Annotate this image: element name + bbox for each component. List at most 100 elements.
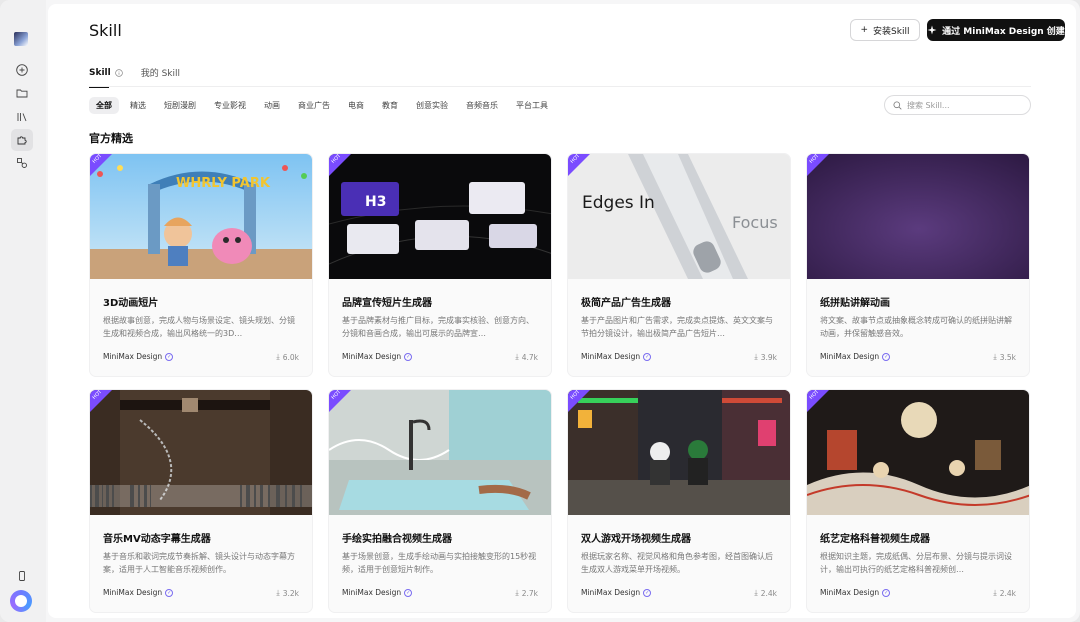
- sidebar: [0, 0, 46, 622]
- skill-card[interactable]: HOT 纸拼贴讲解动画 将文案、故事节点或抽象概念转成可确认的纸拼贴讲解动画，并…: [806, 153, 1030, 377]
- download-count-value: 4.7k: [521, 352, 538, 362]
- svg-text:Focus: Focus: [732, 213, 778, 232]
- category-creative[interactable]: 创意实验: [409, 97, 455, 114]
- create-with-minimax-button[interactable]: 通过 MiniMax Design 创建: [927, 19, 1065, 41]
- skill-card[interactable]: HOT 纸艺定格科普视频生成器 根据知识主题，完成纸偶、分层布景、分镜与提示词设…: [806, 389, 1030, 613]
- skill-card[interactable]: HOT 双人游戏开场视频生成器 根据玩家名称、视觉风格和角色参考图，经首图确认后…: [567, 389, 791, 613]
- download-count-value: 2.4k: [760, 588, 777, 598]
- phone-icon: [19, 571, 25, 581]
- folder-icon: [16, 89, 28, 98]
- hot-badge-label: HOT: [91, 154, 104, 165]
- verified-icon: ✓: [643, 352, 652, 361]
- card-author: MiniMax Design ✓: [581, 352, 652, 361]
- category-short-drama[interactable]: 短剧漫剧: [157, 97, 203, 114]
- tab-my-skill-label: 我的 Skill: [140, 69, 181, 79]
- download-count-value: 3.9k: [760, 352, 777, 362]
- skill-card[interactable]: HOT 音乐MV动态字幕生成器 基于音乐和歌词完成节奏拆解、镜头设计与动态字幕方…: [89, 389, 313, 613]
- category-film[interactable]: 专业影视: [207, 97, 253, 114]
- install-skill-button[interactable]: + 安装Skill: [850, 19, 920, 41]
- hot-badge-label: HOT: [330, 390, 343, 401]
- tab-skill[interactable]: Skill: [89, 66, 123, 88]
- tab-skill-label: Skill: [89, 67, 111, 78]
- skill-card[interactable]: Edges In Focus HOT 极简产品广告生成器 基于产品图片和广告需求…: [567, 153, 791, 377]
- hot-badge: HOT: [329, 390, 351, 412]
- author-name: MiniMax Design: [103, 352, 163, 361]
- category-education[interactable]: 教育: [375, 97, 405, 114]
- skill-grid: WHRLY PARK HOT 3D动画短片 根据故事创意，完成人物与场景设定、镜…: [89, 153, 1030, 613]
- download-count: ⤓ 2.7k: [515, 588, 538, 598]
- folder-button[interactable]: [11, 82, 33, 104]
- skill-button[interactable]: [11, 129, 33, 151]
- phone-button[interactable]: [11, 565, 33, 587]
- category-filter: 全部 精选 短剧漫剧 专业影视 动画 商业广告 电商 教育 创意实验 音频音乐 …: [89, 97, 555, 114]
- card-author: MiniMax Design ✓: [342, 352, 413, 361]
- category-audio[interactable]: 音频音乐: [459, 97, 505, 114]
- category-featured[interactable]: 精选: [123, 97, 153, 114]
- hot-badge-label: HOT: [91, 390, 104, 401]
- card-thumbnail: HOT: [568, 390, 790, 515]
- card-title: 3D动画短片: [103, 298, 159, 309]
- download-count: ⤓ 6.0k: [276, 352, 299, 362]
- card-thumbnail: HOT: [90, 390, 312, 515]
- hot-badge-label: HOT: [569, 390, 582, 401]
- skill-card[interactable]: WHRLY PARK HOT 3D动画短片 根据故事创意，完成人物与场景设定、镜…: [89, 153, 313, 377]
- hot-badge: HOT: [568, 154, 590, 176]
- card-title: 音乐MV动态字幕生成器: [103, 534, 211, 545]
- category-all[interactable]: 全部: [89, 97, 119, 114]
- download-icon: ⤓: [276, 588, 280, 597]
- card-author: MiniMax Design ✓: [103, 588, 174, 597]
- card-title: 品牌宣传短片生成器: [342, 298, 432, 309]
- card-title: 极简产品广告生成器: [581, 298, 671, 309]
- card-author: MiniMax Design ✓: [820, 352, 891, 361]
- search-placeholder: 搜索 Skill...: [907, 100, 950, 110]
- hot-badge: HOT: [568, 390, 590, 412]
- author-name: MiniMax Design: [342, 352, 402, 361]
- category-platform[interactable]: 平台工具: [509, 97, 555, 114]
- search-input[interactable]: 搜索 Skill...: [884, 95, 1031, 115]
- download-count-value: 3.5k: [999, 352, 1016, 362]
- download-count-value: 2.4k: [999, 588, 1016, 598]
- page-title: Skill: [89, 21, 122, 40]
- category-ads[interactable]: 商业广告: [291, 97, 337, 114]
- plus-icon: +: [860, 25, 869, 35]
- download-icon: ⤓: [515, 352, 519, 361]
- library-icon: [17, 113, 27, 122]
- info-icon[interactable]: [114, 68, 123, 77]
- tab-my-skill[interactable]: 我的 Skill: [141, 66, 180, 88]
- install-skill-label: 安装Skill: [873, 26, 910, 37]
- download-icon: ⤓: [754, 588, 758, 597]
- library-button[interactable]: [11, 106, 33, 128]
- hot-badge-label: HOT: [808, 390, 821, 401]
- download-count: ⤓ 3.9k: [754, 352, 777, 362]
- download-count: ⤓ 2.4k: [993, 588, 1016, 598]
- tab-bar: Skill 我的 Skill: [89, 66, 180, 88]
- hot-badge-label: HOT: [569, 154, 582, 165]
- verified-icon: ✓: [882, 352, 891, 361]
- svg-text:Edges In: Edges In: [582, 193, 655, 213]
- card-author: MiniMax Design ✓: [103, 352, 174, 361]
- card-description: 基于产品图片和广告需求，完成卖点提炼、英文文案与节拍分镜设计，输出极简产品广告短…: [581, 316, 773, 338]
- download-count-value: 3.2k: [282, 588, 299, 598]
- card-description: 基于场景创意，生成手绘动画与实拍接触变形的15秒视频，适用于创意短片制作。: [342, 552, 537, 574]
- search-icon: [893, 100, 902, 110]
- svg-text:H3: H3: [365, 194, 386, 210]
- verified-icon: ✓: [165, 352, 174, 361]
- category-animation[interactable]: 动画: [257, 97, 287, 114]
- download-count: ⤓ 3.5k: [993, 352, 1016, 362]
- card-thumbnail: HOT: [807, 154, 1029, 279]
- category-ecommerce[interactable]: 电商: [341, 97, 371, 114]
- app-logo[interactable]: [10, 590, 32, 612]
- new-button[interactable]: [11, 59, 33, 81]
- workflow-button[interactable]: [11, 152, 33, 174]
- card-title: 手绘实拍融合视频生成器: [342, 534, 452, 545]
- download-count: ⤓ 4.7k: [515, 352, 538, 362]
- avatar[interactable]: [14, 32, 28, 46]
- hot-badge-label: HOT: [330, 154, 343, 165]
- card-title: 双人游戏开场视频生成器: [581, 534, 691, 545]
- author-name: MiniMax Design: [581, 588, 641, 597]
- verified-icon: ✓: [404, 352, 413, 361]
- main-panel: Skill + 安装Skill 通过 MiniMax Design 创建 Ski…: [48, 4, 1076, 618]
- skill-card[interactable]: H3 HOT 品牌宣传短片生成器 基于品牌素材与推广目标，完成事实核验、创意方向…: [328, 153, 552, 377]
- skill-card[interactable]: HOT 手绘实拍融合视频生成器 基于场景创意，生成手绘动画与实拍接触变形的15秒…: [328, 389, 552, 613]
- hot-badge: HOT: [807, 154, 829, 176]
